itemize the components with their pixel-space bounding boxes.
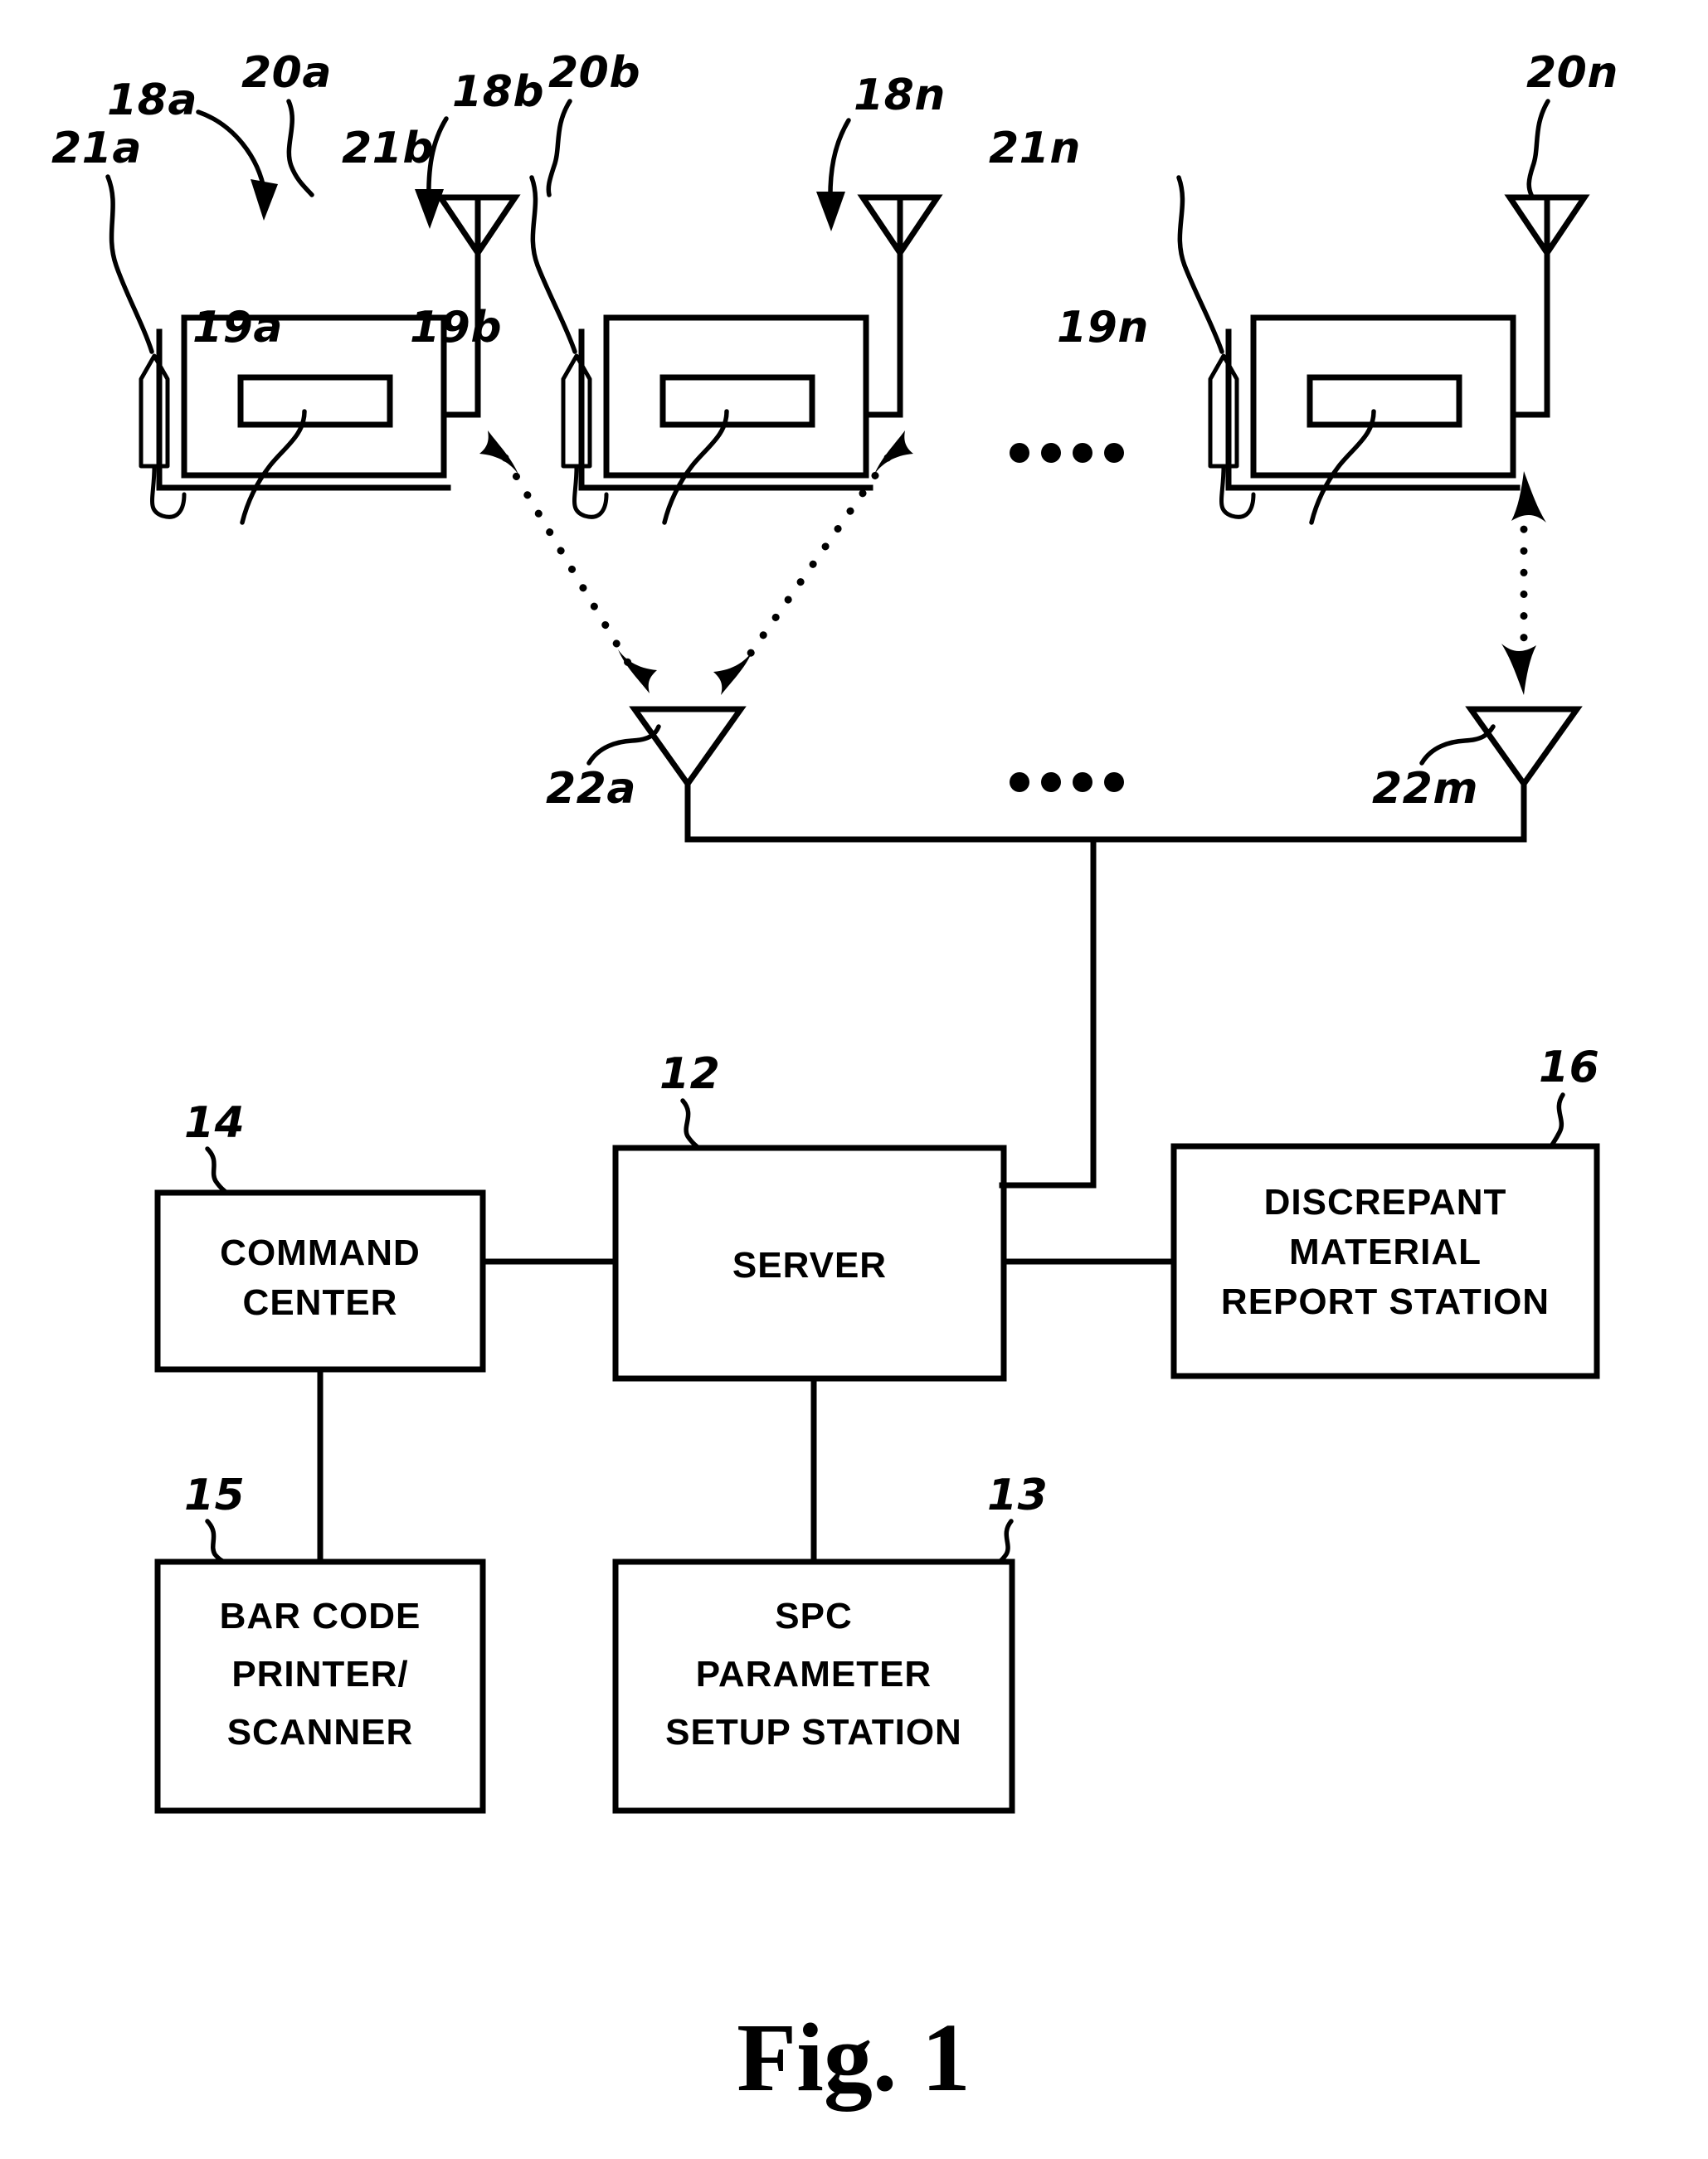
figure-caption: Fig. 1 [737,2003,971,2112]
ref-18n-arrowhead [816,192,845,231]
spc-setup-label-line-3: SETUP STATION [665,1712,962,1753]
ref-20b-leader [546,99,572,197]
ref-13: 13 [987,1471,1048,1520]
bar-code-label-line-1: BAR CODE [220,1596,421,1636]
wireless-link-a-arrowhead-down [618,649,657,693]
ref-15-leader [205,1519,227,1564]
wireless-link-b-arrowhead-up [874,430,913,474]
ref-20a-leader [286,99,314,197]
server-label: SERVER [732,1245,887,1286]
upper-ellipsis-dot [1041,443,1061,463]
ref-14-leader [205,1146,229,1195]
dmr-station-label-line-1: DISCREPANT [1264,1182,1507,1223]
ref-20b: 20b [548,48,640,98]
figure-1-diagram: 18a 20a 21a 19a 18b 20b 21b 19b 18n 20n … [51,48,1618,2112]
dmr-station-label-line-2: MATERIAL [1289,1232,1482,1272]
ref-19a-pointer [240,409,307,525]
unit-a-screen [237,374,393,428]
ref-19b: 19b [410,303,502,353]
ref-16: 16 [1539,1043,1599,1092]
ref-15: 15 [184,1471,245,1520]
antenna-bus-to-server-line [999,836,1097,1189]
ref-21n: 21n [989,124,1081,173]
base-antenna-22a-icon [629,706,747,790]
lower-ellipsis-dot [1041,772,1061,792]
unit-n-body [1250,314,1516,479]
ref-20a: 20a [241,48,332,98]
upper-ellipsis-dot [1010,443,1029,463]
ref-14: 14 [184,1098,245,1148]
block-command-center: COMMAND CENTER 14 [154,1098,486,1373]
ref-20n-leader [1526,99,1550,197]
lower-ellipsis-dot [1073,772,1092,792]
upper-ellipsis [1010,443,1124,463]
ref-20n: 20n [1526,48,1618,98]
ref-21n-pointer [1176,175,1224,354]
ref-19n-pointer [1309,409,1376,525]
wireless-link-n-to-22m [1501,471,1546,695]
ref-12: 12 [659,1049,720,1099]
lower-ellipsis [1010,772,1124,792]
wireless-link-a-arrowhead-up [479,430,518,474]
bar-code-label-line-2: PRINTER/ [231,1654,408,1695]
unit-n-antenna-stem [1510,198,1550,418]
unit-b-antenna-stem [863,198,903,418]
ref-12-leader [680,1098,701,1150]
lower-ellipsis-dot [1104,772,1124,792]
ref-21a-leader [105,174,154,354]
wireless-link-n-arrowhead-up [1511,471,1546,523]
dmr-station-label-line-3: REPORT STATION [1221,1281,1550,1322]
upper-ellipsis-dot [1104,443,1124,463]
ref-18b-arrowhead [415,189,444,229]
base-antenna-22m: 22m [1372,706,1583,843]
command-center-box [154,1189,486,1373]
block-server: SERVER 12 [612,1049,1007,1382]
bar-code-label-line-3: SCANNER [227,1712,414,1753]
wireless-link-b-arrowhead-down [713,651,752,695]
block-spc-parameter-setup-station: SPC PARAMETER SETUP STATION 13 [612,1471,1048,1814]
upper-ellipsis-dot [1073,443,1092,463]
ref-18a-arrowhead [251,179,278,221]
ref-18n-label: 18n [854,71,946,120]
base-antenna-22a: 22a [546,706,747,843]
spc-setup-label-line-2: PARAMETER [696,1654,932,1695]
patent-figure-page: 18a 20a 21a 19a 18b 20b 21b 19b 18n 20n … [0,0,1708,2159]
ref-13-leader [996,1519,1014,1564]
unit-b-screen [659,374,815,428]
unit-n-screen [1307,374,1462,428]
command-center-label-line-2: CENTER [243,1282,398,1323]
ref-19a: 19a [192,303,283,353]
ref-22m: 22m [1372,764,1478,814]
unit-b-stylus [561,353,592,469]
unit-b-body [603,314,869,479]
spc-setup-label-line-1: SPC [775,1596,852,1636]
wireless-link-a-to-22a [479,430,657,693]
ref-19b-pointer [662,409,729,525]
ref-18a: 18a [107,75,197,125]
block-discrepant-material-report-station: DISCREPANT MATERIAL REPORT STATION 16 [1170,1043,1600,1379]
ref-18b: 18b [452,67,544,117]
mobile-unit-n: 18n 18n 20n 21n 19n [816,48,1618,525]
wireless-link-b-to-22a [713,430,913,695]
ref-18n-lead [828,118,851,207]
base-antenna-22m-icon [1465,706,1583,790]
ref-21b-pointer [529,175,577,354]
unit-a-stylus [139,353,170,469]
ref-16-leader [1549,1092,1565,1149]
ref-21b: 21b [342,124,434,173]
ref-21a: 21a [51,124,142,173]
ref-19n: 19n [1057,303,1149,353]
command-center-label-line-1: COMMAND [220,1233,421,1273]
ref-22m-leader [1419,724,1496,766]
ref-22a: 22a [546,764,636,814]
unit-n-stylus [1208,353,1239,469]
wireless-link-n-arrowhead-down [1501,644,1536,695]
lower-ellipsis-dot [1010,772,1029,792]
